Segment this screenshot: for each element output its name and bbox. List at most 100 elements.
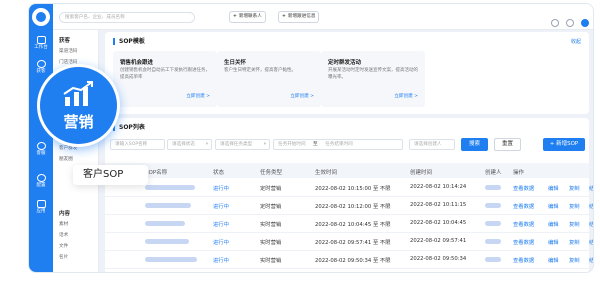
rail-item-label: 获客 [36,69,46,74]
rail-item-service[interactable]: 客服 [29,142,53,157]
end-link[interactable]: 结束 [589,238,593,246]
status-select[interactable]: 请选择状态 ▾ [167,139,212,150]
created-time: 2022-08-02 09:57:41 [410,238,467,244]
template-card[interactable]: 定时群发活动 开展某活动时定时发送宣传文案，提高活动的曝光率。 立即创建 > [321,51,425,107]
copy-link[interactable]: 复制 [569,256,580,264]
search-button[interactable]: 搜索 [461,138,488,151]
created-time: 2022-08-02 09:50:34 [410,256,467,262]
menu-item[interactable]: 渠道活码 [59,48,77,54]
rail-item-config[interactable]: 配置 [29,174,53,189]
template-desc: 开展某活动时定时发送宣传文案，提高活动的曝光率。 [328,68,418,80]
create-now-link[interactable]: 立即创建 > [186,93,210,99]
create-now-link[interactable]: 立即创建 > [394,93,418,99]
help-icon[interactable] [566,19,574,27]
column-header: 创建人 [485,170,502,176]
rail-item-label: 客服 [36,151,46,156]
column-header: 生效时间 [315,170,338,176]
end-link[interactable]: 结束 [589,184,593,192]
view-data-link[interactable]: 查看数据 [513,202,534,210]
sop-name-input[interactable]: 请输入SOP名称 [110,139,165,150]
rail-item-apps[interactable]: 应用 [29,200,53,215]
edit-link[interactable]: 编辑 [548,220,559,228]
task-type: 实时营销 [260,222,282,228]
copy-link[interactable]: 复制 [569,184,580,192]
top-bar: 搜索客户名、企业、成员名称 + 新增联系人 + 新增跟进信息 [53,4,593,30]
creator-redacted [485,203,501,208]
view-data-link[interactable]: 查看数据 [513,184,534,192]
status-text: 进行中 [213,222,229,228]
effective-time: 2022-08-02 09:57:41 至 不限 [315,240,391,246]
marketing-badge[interactable]: 营销 [37,64,120,147]
collapse-link[interactable]: 收起 [571,38,581,45]
add-sop-button[interactable]: + 新增SOP [543,138,585,151]
task-type: 实时营销 [260,240,282,246]
date-range-input[interactable]: 任务开始时间 至 任务结束时间 [273,139,403,150]
task-type-select[interactable]: 请选择任务类型 ▾ [215,139,270,150]
sop-template-panel: SOP模板 收起 销售机会跟进 创建销售机会时自动员工下发执行跟进任务，提高成单… [105,32,589,114]
growth-chart-icon [63,81,93,106]
rail-item-workbench[interactable]: 工作台 [29,36,53,51]
task-type: 定时营销 [260,204,282,210]
template-card[interactable]: 销售机会跟进 创建销售机会时自动员工下发执行跟进任务，提高成单率 立即创建 > [113,51,217,107]
menu-item[interactable]: 文件 [59,243,68,249]
edit-link[interactable]: 编辑 [548,256,559,264]
end-link[interactable]: 结束 [589,220,593,228]
section-title: SOP列表 [113,124,145,131]
copy-link[interactable]: 复制 [569,220,580,228]
sop-name-redacted[interactable] [145,185,195,190]
section-title: SOP模板 [113,38,145,45]
global-search-input[interactable]: 搜索客户名、企业、成员名称 [59,12,195,23]
menu-item[interactable]: 话术 [59,232,68,238]
bell-icon[interactable] [551,19,559,27]
status-text: 进行中 [213,204,229,210]
end-date-placeholder: 任务结束时间 [325,142,353,147]
rail-item-label: 工作台 [34,45,48,50]
menu-item[interactable]: 名片 [59,254,68,260]
user-plus-icon [36,60,46,68]
row-divider [105,214,589,215]
sidebar-rail: 工作台 获客 客服 配置 应用 [29,4,53,272]
template-name: 销售机会跟进 [120,60,154,66]
avatar[interactable] [581,19,589,27]
edit-link[interactable]: 编辑 [548,184,559,192]
customer-sop-tooltip[interactable]: 客户SOP [73,165,148,185]
copy-link[interactable]: 复制 [569,202,580,210]
template-desc: 客户生日特定关怀，提高客户黏性。 [224,68,296,73]
chevron-down-icon: ▾ [263,142,266,147]
edit-link[interactable]: 编辑 [548,238,559,246]
effective-time: 2022-08-02 10:15:00 至 不限 [315,186,391,192]
sop-name-redacted[interactable] [145,257,197,262]
view-data-link[interactable]: 查看数据 [513,220,534,228]
app-logo-icon[interactable] [32,8,50,26]
menu-item[interactable]: 素材 [59,221,68,227]
plus-icon: + [282,14,286,19]
end-link[interactable]: 结束 [589,256,593,264]
sop-name-redacted[interactable] [145,203,191,208]
creator-redacted [485,185,501,190]
column-header: 创建时间 [410,170,433,176]
row-divider [105,268,589,269]
row-divider [105,232,589,233]
creator-input[interactable]: 请选择创建人 [409,139,455,150]
copy-link[interactable]: 复制 [569,238,580,246]
sop-name-redacted[interactable] [145,239,189,244]
rail-item-acquire[interactable]: 获客 [29,60,53,75]
add-followup-button[interactable]: + 新增跟进信息 [278,11,320,23]
template-name: 生日关怀 [224,60,247,66]
creator-redacted [485,221,501,226]
gear-icon [36,174,46,182]
sop-name-redacted[interactable] [145,221,185,226]
sop-list-panel: SOP列表 请输入SOP名称 请选择状态 ▾ 请选择任务类型 ▾ 任务开始时间 至 … [105,118,593,272]
rail-item-label: 配置 [36,183,46,188]
task-type: 实时营销 [260,258,282,264]
end-link[interactable]: 结束 [589,202,593,210]
view-data-link[interactable]: 查看数据 [513,256,534,264]
template-card[interactable]: 生日关怀 客户生日特定关怀，提高客户黏性。 立即创建 > [217,51,321,107]
menu-item[interactable]: 朋友圈 [59,156,73,162]
create-now-link[interactable]: 立即创建 > [290,93,314,99]
add-contact-button[interactable]: + 新增联系人 [229,11,266,23]
edit-link[interactable]: 编辑 [548,202,559,210]
view-data-link[interactable]: 查看数据 [513,238,534,246]
created-time: 2022-08-02 10:04:45 [410,220,467,226]
reset-button[interactable]: 重置 [494,138,521,151]
